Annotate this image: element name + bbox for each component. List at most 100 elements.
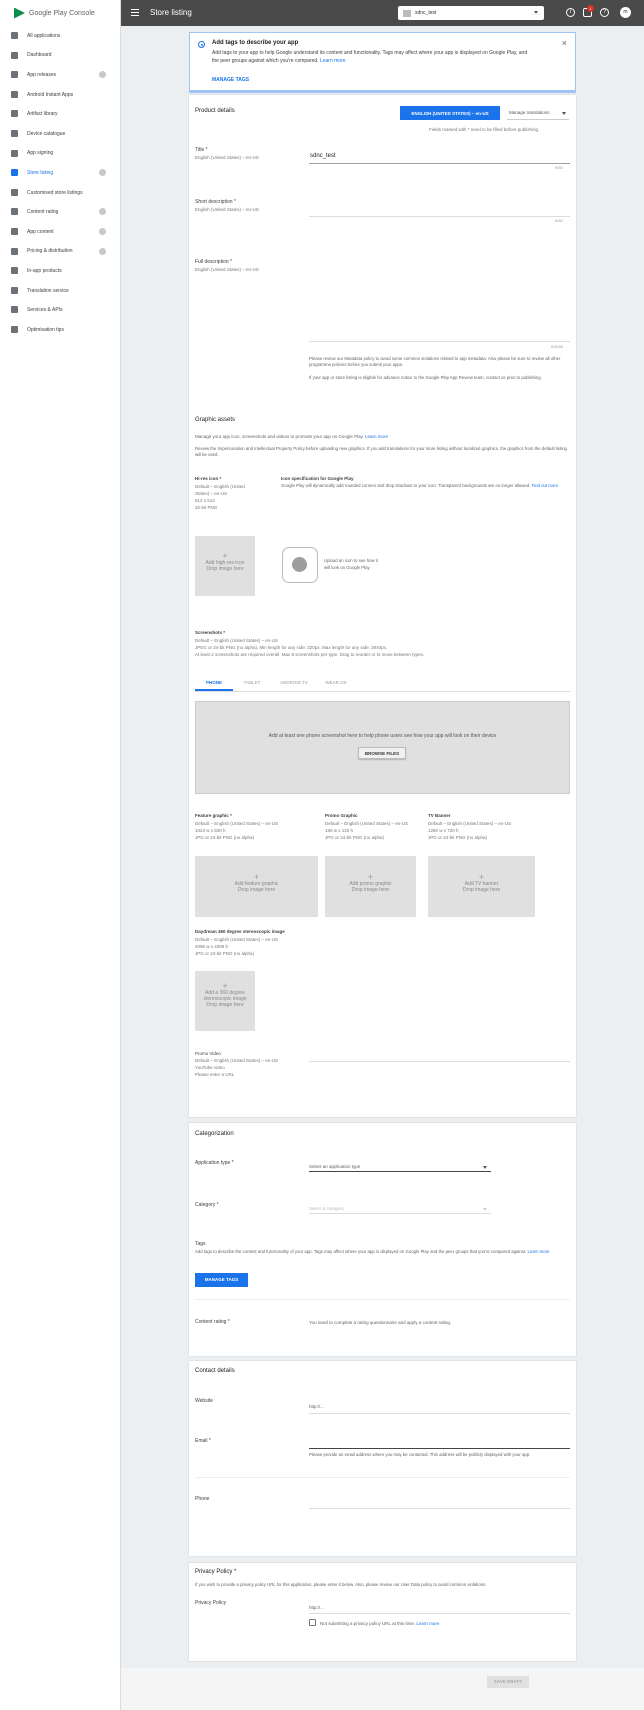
sidebar-item-app-signing[interactable]: App signing bbox=[0, 144, 120, 164]
hires-spec-3: 512 x 512 bbox=[195, 498, 215, 503]
app-selector[interactable]: sdnc_test bbox=[398, 6, 544, 20]
manage-tags-button[interactable]: MANAGE TAGS bbox=[195, 1273, 248, 1287]
checkbox-label: Not submitting a privacy policy URL at t… bbox=[320, 1621, 416, 1626]
full-desc-input[interactable] bbox=[309, 341, 570, 342]
sidebar-item-dashboard[interactable]: Dashboard bbox=[0, 46, 120, 66]
metadata-policy-note: Please review our Metadata policy to avo… bbox=[309, 356, 561, 367]
icon-spec-text: Google Play will dynamically add rounded… bbox=[281, 483, 531, 488]
short-desc-input[interactable] bbox=[309, 216, 570, 217]
menu-icon[interactable] bbox=[131, 9, 139, 16]
info-icon[interactable]: i bbox=[566, 8, 575, 17]
banner-title: Add tags to describe your app bbox=[212, 40, 299, 46]
browse-files-button[interactable]: BROWSE FILES bbox=[358, 747, 406, 759]
category-select[interactable]: Select a category bbox=[309, 1205, 344, 1212]
close-icon[interactable]: × bbox=[562, 38, 567, 48]
title-input[interactable]: sdnc_test bbox=[310, 153, 336, 159]
sidebar-item-custom-listings[interactable]: Customised store listings bbox=[0, 183, 120, 203]
sidebar-item-all-applications[interactable]: All applications bbox=[0, 26, 120, 46]
promo-spec-2: 180 w x 120 h bbox=[325, 828, 354, 833]
tv-banner-label: TV Banner bbox=[428, 813, 451, 818]
categorization-card: Categorization Application type * Select… bbox=[189, 1123, 576, 1356]
learn-more-link[interactable]: Learn more bbox=[527, 1249, 549, 1254]
sidebar-item-artifact-library[interactable]: Artifact library bbox=[0, 104, 120, 124]
help-icon[interactable]: ? bbox=[600, 8, 609, 17]
privacy-url-input[interactable]: http://... bbox=[309, 1604, 324, 1611]
email-label: Email * bbox=[195, 1438, 211, 1444]
dropzone-message: Add at least one phone screenshot here t… bbox=[268, 733, 497, 739]
email-input[interactable] bbox=[309, 1448, 570, 1449]
feature-graphic-dropzone[interactable]: + Add feature graphic Drop image here bbox=[195, 856, 318, 917]
back-arrow-icon bbox=[11, 32, 18, 39]
plus-icon: + bbox=[253, 872, 260, 882]
dropzone-hint: Drop image here bbox=[237, 887, 276, 893]
learn-more-link[interactable]: Learn more bbox=[320, 58, 346, 64]
feature-graphic-label: Feature graphic * bbox=[195, 813, 232, 818]
sidebar: Google Play Console All applications Das… bbox=[0, 0, 121, 1710]
learn-more-link[interactable]: Learn more bbox=[416, 1621, 439, 1626]
save-draft-button[interactable]: SAVE DRAFT bbox=[487, 1676, 529, 1688]
promo-graphic-dropzone[interactable]: + Add promo graphic Drop image here bbox=[325, 856, 416, 917]
sidebar-item-app-releases[interactable]: App releases bbox=[0, 65, 120, 85]
icon-spec-body: Google Play will dynamically add rounded… bbox=[281, 483, 569, 489]
sidebar-item-instant-apps[interactable]: Android Instant Apps bbox=[0, 85, 120, 105]
brand[interactable]: Google Play Console bbox=[0, 0, 120, 26]
promo-spec-3: JPG or 24-bit PNG (no alpha) bbox=[325, 835, 385, 840]
globe-icon bbox=[11, 247, 18, 255]
app-type-select[interactable]: Select an application type bbox=[309, 1163, 360, 1170]
tags-banner: Add tags to describe your app Add tags t… bbox=[189, 32, 576, 93]
promo-video-input[interactable] bbox=[309, 1061, 570, 1062]
tab-phone[interactable]: PHONE bbox=[195, 674, 233, 691]
hires-icon-dropzone[interactable]: + Add high-res icon Drop image here bbox=[195, 536, 255, 596]
advance-notice-note: If your app or store listing is eligible… bbox=[309, 375, 542, 380]
plus-icon: + bbox=[367, 872, 374, 882]
manage-translations-dropdown[interactable]: Manage translations bbox=[507, 106, 569, 120]
sidebar-item-optimisation[interactable]: Optimisation tips bbox=[0, 320, 120, 340]
sidebar-item-services-apis[interactable]: Services & APIs bbox=[0, 300, 120, 320]
app-thumbnail-icon bbox=[403, 9, 411, 17]
manage-tags-link[interactable]: MANAGE TAGS bbox=[212, 77, 249, 83]
avatar[interactable]: m bbox=[620, 7, 631, 18]
sidebar-item-store-listing[interactable]: Store listing bbox=[0, 163, 120, 183]
screens-spec-1: Default – English (United States) – en-U… bbox=[195, 638, 279, 643]
sidebar-item-label: Store listing bbox=[27, 169, 54, 176]
phone-input[interactable] bbox=[309, 1508, 570, 1509]
tab-tablet[interactable]: TABLET bbox=[233, 674, 271, 691]
shield-icon bbox=[11, 227, 18, 235]
no-policy-checkbox[interactable] bbox=[309, 1619, 316, 1626]
website-input[interactable]: http://... bbox=[309, 1403, 324, 1410]
sidebar-item-content-rating[interactable]: Content rating bbox=[0, 202, 120, 222]
banner-body: Add tags to your app to help Google unde… bbox=[212, 49, 532, 65]
sidebar-item-label: Android Instant Apps bbox=[27, 91, 74, 98]
daydream-dropzone[interactable]: + Add a 360 degree stereoscopic image Dr… bbox=[195, 971, 255, 1031]
tab-wear-os[interactable]: WEAR OS bbox=[317, 674, 355, 691]
learn-more-link[interactable]: Learn more bbox=[365, 434, 388, 439]
translate-icon bbox=[11, 286, 18, 294]
screenshot-dropzone[interactable]: Add at least one phone screenshot here t… bbox=[195, 701, 570, 794]
chevron-down-icon bbox=[483, 1208, 487, 1211]
sidebar-item-label: App releases bbox=[27, 71, 57, 78]
library-icon bbox=[11, 110, 18, 118]
tags-label: Tags bbox=[195, 1241, 206, 1247]
check-circle-icon bbox=[99, 227, 106, 235]
sidebar-item-pricing[interactable]: Pricing & distribution bbox=[0, 242, 120, 262]
tv-spec-1: Default – English (United States) – en-U… bbox=[428, 821, 512, 826]
content-rating-text: You need to complete a rating questionna… bbox=[309, 1320, 452, 1325]
sidebar-item-in-app-products[interactable]: In-app products bbox=[0, 261, 120, 281]
find-out-more-link[interactable]: Find out more bbox=[532, 483, 559, 488]
page-title: Store listing bbox=[150, 8, 192, 17]
divider bbox=[195, 1477, 570, 1478]
sidebar-item-label: Dashboard bbox=[27, 52, 52, 59]
sidebar-item-translation[interactable]: Translation service bbox=[0, 281, 120, 301]
tab-android-tv[interactable]: ANDROID TV bbox=[271, 674, 317, 691]
hires-spec-4: 32-bit PNG bbox=[195, 505, 218, 510]
sidebar-item-device-catalogue[interactable]: Device catalogue bbox=[0, 124, 120, 144]
promo-video-label: Promo Video bbox=[195, 1051, 221, 1056]
hires-spec-1: Default – English (United bbox=[195, 484, 245, 489]
language-button[interactable]: ENGLISH (UNITED STATES) – en-US bbox=[400, 106, 500, 120]
sidebar-item-label: Translation service bbox=[27, 287, 69, 294]
tv-banner-dropzone[interactable]: + Add TV banner Drop image here bbox=[428, 856, 535, 917]
sidebar-item-app-content[interactable]: App content bbox=[0, 222, 120, 242]
full-desc-locale: English (United States) – en-US bbox=[195, 267, 259, 272]
app-type-label: Application type * bbox=[195, 1160, 234, 1166]
sidebar-item-label: Pricing & distribution bbox=[27, 248, 73, 255]
